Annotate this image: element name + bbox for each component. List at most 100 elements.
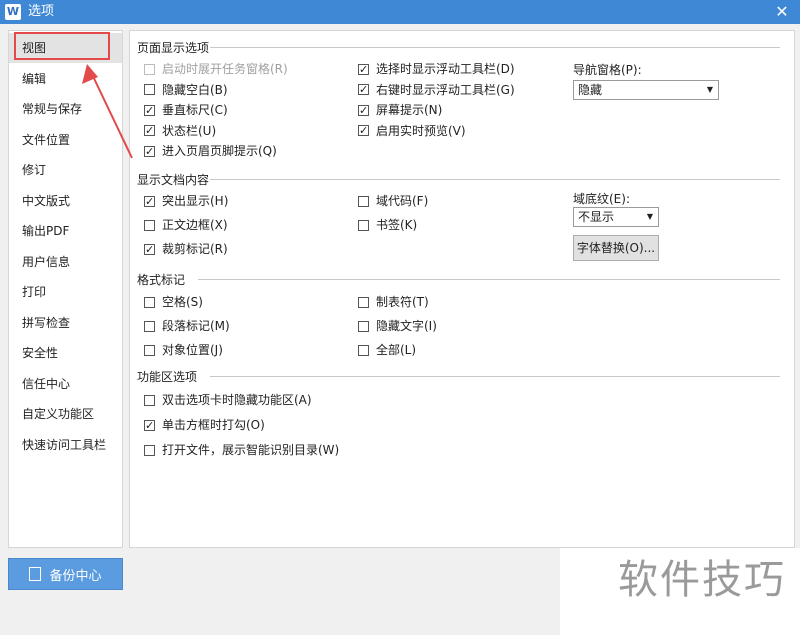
checkbox-icon[interactable]: [144, 444, 155, 456]
option-label: 空格(S): [162, 295, 203, 309]
field-shading-select[interactable]: 不显示 ▼: [573, 207, 659, 227]
font-substitute-button[interactable]: 字体替换(O)...: [573, 235, 659, 261]
sidebar-item[interactable]: 打印: [9, 277, 122, 307]
option-checkbox[interactable]: 打开文件，展示智能识别目录(W): [144, 441, 339, 459]
checkbox-icon[interactable]: [144, 344, 155, 356]
checked-checkbox-icon[interactable]: [144, 122, 155, 140]
option-checkbox[interactable]: 右键时显示浮动工具栏(G): [358, 81, 515, 99]
sidebar-item[interactable]: 常规与保存: [9, 94, 122, 124]
sidebar-item[interactable]: 修订: [9, 155, 122, 185]
option-checkbox[interactable]: 裁剪标记(R): [144, 240, 228, 259]
sidebar-item[interactable]: 用户信息: [9, 247, 122, 277]
option-checkbox[interactable]: 对象位置(J): [144, 341, 223, 359]
field-shading-value: 不显示: [578, 210, 615, 224]
option-checkbox[interactable]: 进入页眉页脚提示(Q): [144, 142, 277, 161]
option-checkbox[interactable]: 书签(K): [358, 216, 417, 234]
checked-checkbox-icon[interactable]: [144, 417, 155, 435]
options-sidebar: 视图 编辑 常规与保存 文件位置 修订 中文版式 输出PDF 用户信息 打印 拼写检查 安全性 信任中…: [8, 30, 123, 548]
checkbox-icon[interactable]: [144, 320, 155, 332]
checked-checkbox-icon[interactable]: [144, 193, 155, 211]
option-checkbox[interactable]: 制表符(T): [358, 293, 429, 311]
dropdown-arrow-icon: ▼: [646, 212, 653, 221]
checkbox-icon[interactable]: [144, 63, 155, 75]
checkbox-icon[interactable]: [358, 296, 369, 308]
option-label: 域代码(F): [376, 194, 429, 208]
option-checkbox[interactable]: 垂直标尺(C): [144, 101, 228, 120]
section-format-marks-heading: 格式标记: [137, 273, 186, 287]
checked-checkbox-icon[interactable]: [144, 241, 155, 259]
option-checkbox[interactable]: 启用实时预览(V): [358, 122, 466, 140]
title-bar: W 选项 ✕: [0, 0, 800, 24]
option-label: 垂直标尺(C): [162, 103, 228, 117]
option-checkbox[interactable]: 状态栏(U): [144, 122, 216, 140]
checkbox-icon[interactable]: [144, 296, 155, 308]
divider: [210, 376, 780, 377]
close-button[interactable]: ✕: [772, 2, 792, 22]
checkbox-icon[interactable]: [144, 394, 155, 406]
checked-checkbox-icon[interactable]: [144, 102, 155, 120]
sidebar-item[interactable]: 拼写检查: [9, 308, 122, 338]
option-label: 屏幕提示(N): [376, 103, 443, 117]
option-label: 段落标记(M): [162, 319, 230, 333]
field-shading-label: 域底纹(E):: [573, 192, 630, 206]
option-checkbox[interactable]: 隐藏文字(I): [358, 317, 437, 335]
checkbox-icon[interactable]: [144, 84, 155, 95]
option-checkbox[interactable]: 正文边框(X): [144, 216, 228, 234]
sidebar-item[interactable]: 快速访问工具栏: [9, 430, 122, 460]
option-label: 选择时显示浮动工具栏(D): [376, 62, 515, 76]
option-checkbox[interactable]: 双击选项卡时隐藏功能区(A): [144, 391, 312, 409]
nav-pane-select[interactable]: 隐藏 ▼: [573, 80, 719, 100]
option-label: 启动时展开任务窗格(R): [162, 62, 288, 76]
checked-checkbox-icon[interactable]: [358, 61, 369, 79]
sidebar-item[interactable]: 安全性: [9, 338, 122, 368]
backup-center-label: 备份中心: [49, 568, 102, 584]
option-label: 正文边框(X): [162, 218, 228, 232]
option-label: 双击选项卡时隐藏功能区(A): [162, 393, 312, 407]
sidebar-item[interactable]: 文件位置: [9, 125, 122, 155]
checked-checkbox-icon[interactable]: [144, 143, 155, 161]
checked-checkbox-icon[interactable]: [358, 102, 369, 120]
sidebar-item[interactable]: 中文版式: [9, 186, 122, 216]
sidebar-item[interactable]: 输出PDF: [9, 216, 122, 246]
divider: [198, 279, 780, 280]
option-label: 对象位置(J): [162, 343, 223, 357]
option-checkbox[interactable]: 屏幕提示(N): [358, 101, 443, 120]
checkbox-icon[interactable]: [144, 219, 155, 231]
option-label: 单击方框时打勾(O): [162, 418, 265, 432]
view-options-panel: 页面显示选项 启动时展开任务窗格(R) 隐藏空白(B) 垂直标尺(C) 状态栏(U) 进…: [129, 30, 795, 548]
option-label: 制表符(T): [376, 295, 429, 309]
option-label: 书签(K): [376, 218, 418, 232]
option-label: 进入页眉页脚提示(Q): [162, 144, 277, 158]
sidebar-item[interactable]: 编辑: [9, 64, 122, 94]
option-label: 裁剪标记(R): [162, 242, 228, 256]
option-label: 打开文件，展示智能识别目录(W): [162, 443, 340, 457]
section-page-display-heading: 页面显示选项: [137, 41, 210, 55]
watermark-text: 软件技巧: [618, 557, 786, 603]
sidebar-item[interactable]: 信任中心: [9, 369, 122, 399]
option-checkbox[interactable]: 段落标记(M): [144, 317, 230, 335]
option-checkbox[interactable]: 空格(S): [144, 293, 203, 311]
option-checkbox[interactable]: 域代码(F): [358, 192, 428, 210]
window-title: 选项: [28, 4, 55, 19]
sidebar-item[interactable]: 自定义功能区: [9, 399, 122, 429]
option-label: 全部(L): [376, 343, 417, 357]
checked-checkbox-icon[interactable]: [358, 81, 369, 99]
nav-pane-value: 隐藏: [578, 83, 603, 97]
wps-logo-icon: W: [5, 4, 21, 20]
checkbox-icon[interactable]: [358, 195, 369, 207]
section-ribbon-heading: 功能区选项: [137, 370, 198, 384]
backup-center-button[interactable]: 备份中心: [8, 558, 123, 590]
option-checkbox[interactable]: 启动时展开任务窗格(R): [144, 60, 288, 78]
checkbox-icon[interactable]: [358, 219, 369, 231]
option-checkbox[interactable]: 单击方框时打勾(O): [144, 416, 265, 435]
divider: [210, 47, 780, 48]
checkbox-icon[interactable]: [358, 344, 369, 356]
option-checkbox[interactable]: 隐藏空白(B): [144, 81, 228, 99]
option-checkbox[interactable]: 突出显示(H): [144, 192, 228, 211]
selection-highlight-box: [14, 32, 110, 60]
option-label: 启用实时预览(V): [376, 123, 466, 138]
option-checkbox[interactable]: 选择时显示浮动工具栏(D): [358, 60, 515, 79]
checkbox-icon[interactable]: [358, 320, 369, 332]
checked-checkbox-icon[interactable]: [358, 122, 369, 140]
option-checkbox[interactable]: 全部(L): [358, 341, 416, 359]
